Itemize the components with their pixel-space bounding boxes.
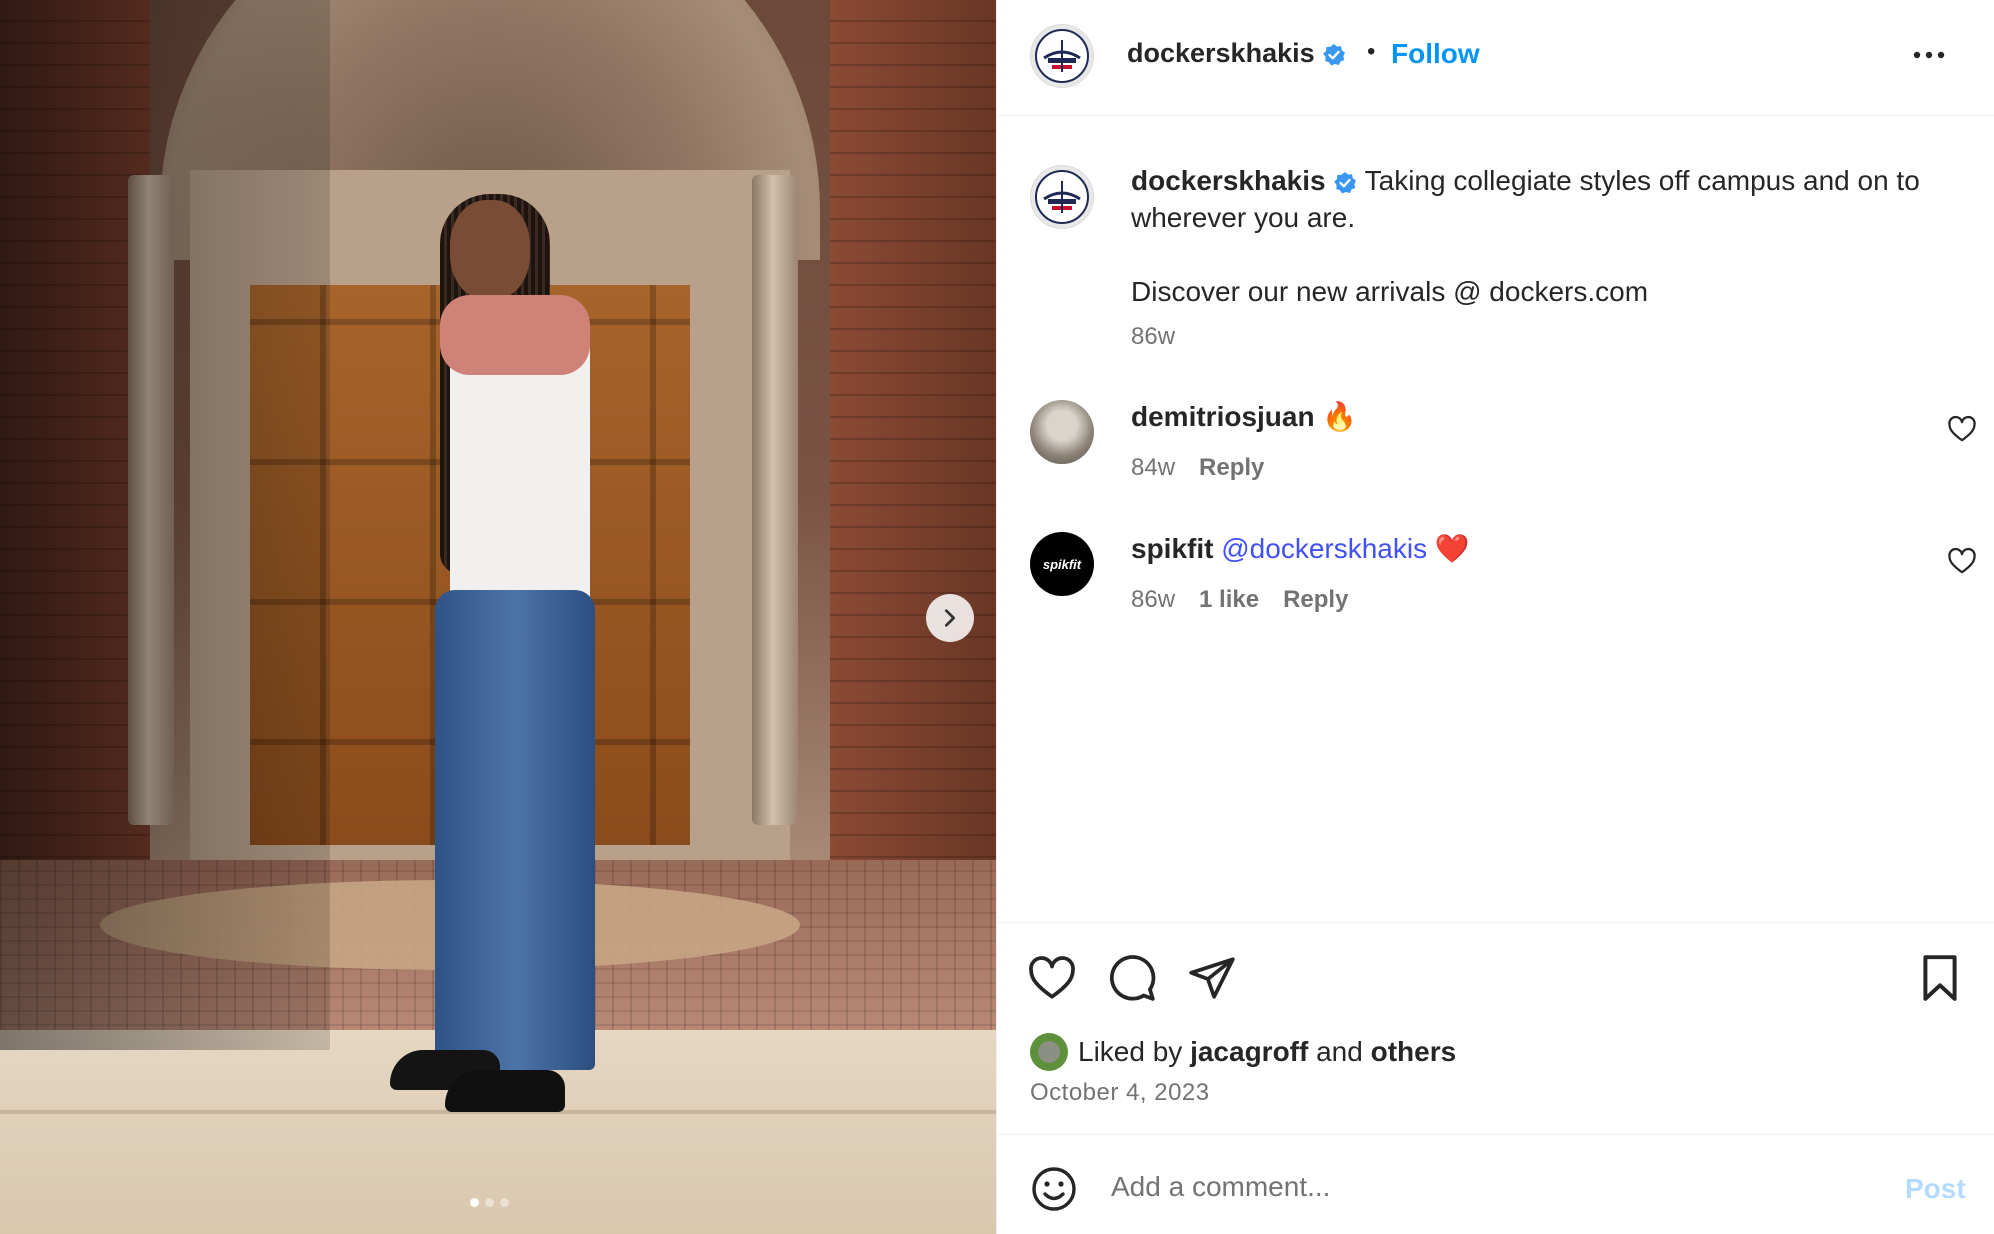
post-media-carousel[interactable] — [0, 0, 996, 1234]
column-right — [752, 175, 798, 825]
verified-badge-icon — [1334, 171, 1357, 194]
follow-button[interactable]: Follow — [1391, 38, 1480, 70]
carousel-dot — [500, 1198, 509, 1207]
shade-overlay — [0, 0, 330, 1050]
liked-by-summary: Liked by jacagroff and others — [1030, 1033, 1456, 1071]
comment-reply-button[interactable]: Reply — [1199, 454, 1264, 482]
comment-text: ❤️ — [1434, 533, 1470, 564]
post-comment-button[interactable]: Post — [1905, 1173, 1966, 1205]
liker-avatar[interactable] — [1030, 1033, 1068, 1071]
commenter-avatar[interactable] — [1030, 400, 1094, 464]
model-figure — [390, 194, 620, 1120]
carousel-next-icon — [944, 609, 956, 627]
post-date: October 4, 2023 — [1030, 1079, 1210, 1106]
liked-by-prefix: Liked by — [1078, 1036, 1183, 1067]
comment-mention-link[interactable]: @dockerskhakis — [1221, 533, 1427, 564]
verified-badge-icon — [1323, 43, 1346, 66]
header-separator: • — [1367, 38, 1376, 65]
comment-timestamp: 84w — [1131, 454, 1176, 481]
dockers-logo-icon — [1035, 29, 1089, 83]
model-jeans — [435, 590, 595, 1070]
share-icon[interactable] — [1187, 953, 1237, 1003]
model-pink-sweater — [440, 295, 590, 375]
emoji-icon[interactable] — [1030, 1165, 1078, 1213]
comment-item: demitriosjuan 🔥 — [1131, 400, 1357, 433]
comment-text: 🔥 — [1322, 401, 1358, 432]
liked-by-and: and — [1316, 1036, 1363, 1067]
comment-composer: Post — [997, 1134, 1994, 1234]
author-username-text[interactable]: dockerskhakis — [1127, 38, 1315, 68]
post-side-panel: dockerskhakis • Follow dockerskhakis Tak… — [996, 0, 1994, 1234]
carousel-dot-active — [470, 1198, 479, 1207]
comment-like-heart-icon[interactable] — [1947, 414, 1977, 444]
caption-author-avatar[interactable] — [1030, 165, 1094, 229]
caption-timestamp: 86w — [1131, 323, 1176, 350]
post-header: dockerskhakis • Follow — [997, 0, 1994, 116]
carousel-next-button[interactable] — [926, 594, 974, 642]
commenter-avatar[interactable]: spikfit — [1030, 532, 1094, 596]
comment-icon[interactable] — [1107, 953, 1157, 1003]
brick-wall-right — [830, 0, 996, 880]
add-comment-input[interactable] — [1111, 1161, 1811, 1213]
model-face — [450, 200, 530, 300]
comment-timestamp: 86w — [1131, 586, 1176, 613]
caption-text-line2: Discover our new arrivals @ dockers.com — [1131, 276, 1649, 307]
post-caption: dockerskhakis Taking collegiate styles o… — [1131, 162, 1961, 310]
heart-icon[interactable] — [1027, 953, 1077, 1003]
author-username[interactable]: dockerskhakis — [1127, 38, 1346, 69]
comment-reply-button[interactable]: Reply — [1283, 586, 1348, 614]
comment-item: spikfit @dockerskhakis ❤️ — [1131, 532, 1470, 565]
liked-by-others[interactable]: others — [1371, 1036, 1457, 1067]
comment-meta: 84w Reply — [1131, 454, 1264, 482]
carousel-dot — [485, 1198, 494, 1207]
post-actions: Liked by jacagroff and others October 4,… — [997, 922, 1994, 1132]
bookmark-icon[interactable] — [1915, 953, 1965, 1003]
comment-username[interactable]: spikfit — [1131, 533, 1213, 564]
model-loafer-right — [445, 1070, 565, 1112]
spikfit-logo-text: spikfit — [1042, 556, 1082, 572]
caption-username[interactable]: dockerskhakis — [1131, 165, 1326, 196]
comment-username[interactable]: demitriosjuan — [1131, 401, 1315, 432]
carousel-indicator — [470, 1198, 509, 1207]
more-options-icon[interactable] — [1909, 40, 1949, 70]
comment-meta: 86w 1 like Reply — [1131, 586, 1348, 614]
comment-like-heart-icon[interactable] — [1947, 546, 1977, 576]
liked-by-user[interactable]: jacagroff — [1190, 1036, 1308, 1067]
comment-likes-count[interactable]: 1 like — [1199, 586, 1259, 614]
dockers-logo-icon — [1035, 170, 1089, 224]
author-avatar[interactable] — [1030, 24, 1094, 88]
